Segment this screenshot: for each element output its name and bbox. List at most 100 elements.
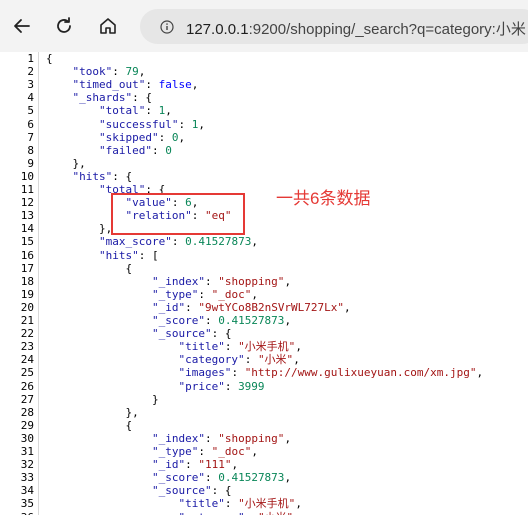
line-text: "_source": { [151,327,232,341]
line-text: "took": 79, [72,65,146,79]
line-text: "category": "小米", [178,353,300,367]
code-line: 34 "_source": { [0,484,528,497]
line-number: 7 [27,130,34,144]
line-text: "_index": "shopping", [151,431,292,445]
line-text: "_id": "111", [151,458,239,472]
line-number: 26 [20,379,34,393]
line-text: "timed_out": false, [72,78,199,92]
line-number: 19 [20,287,34,301]
line-number: 34 [20,484,34,498]
line-number: 2 [27,65,34,79]
line-number: 31 [20,445,34,458]
reload-icon [57,17,71,33]
line-number: 25 [20,366,34,380]
line-number: 36 [0,511,34,515]
code-line: 9 }, [0,157,528,170]
line-number: 10 [20,169,34,183]
browser-toolbar: 127.0.0.1:9200/shopping/_search?q=catego… [0,0,528,52]
line-text: "total": 1, [98,104,172,118]
url-path: :9200/shopping/_search?q=category:小米 [248,21,526,38]
line-number: 3 [27,78,34,92]
line-text: "_shards": { [72,91,152,105]
line-text: "title": "小米手机", [178,340,302,354]
code-line: 7 "skipped": 0, [0,131,528,144]
line-text: }, [46,222,113,236]
line-number: 16 [20,248,34,262]
code-line: 8 "failed": 0 [0,144,528,157]
line-text: { [46,261,133,275]
home-button[interactable] [90,8,126,44]
line-number: 18 [20,274,34,288]
back-arrow-icon [14,19,30,33]
line-number: 11 [20,183,34,196]
code-line: 36 "category": "小米", [0,511,528,515]
line-number: 21 [20,314,34,327]
code-line: 22 "_source": { [0,327,528,340]
annotation-text: 一共6条数据 [276,189,371,208]
code-line: 30 "_index": "shopping", [0,432,528,445]
line-number: 24 [20,353,34,367]
line-text: "_type": "_doc", [151,445,258,458]
line-text: "_index": "shopping", [151,274,292,288]
info-icon[interactable] [160,20,174,34]
code-line: 5 "total": 1, [0,104,528,117]
line-number: 5 [27,104,34,118]
line-number: 1 [27,52,34,65]
line-number: 6 [27,117,34,131]
line-number: 15 [20,235,34,249]
line-number: 9 [27,156,34,170]
line-number: 23 [20,340,34,354]
line-number: 17 [20,261,34,275]
code-line: 23 "title": "小米手机", [0,340,528,353]
code-line: 25 "images": "http://www.gulixueyuan.com… [0,366,528,379]
code-line: 11 "total": { [0,183,528,196]
line-number: 27 [20,392,34,406]
reload-button[interactable] [46,8,82,44]
code-line: 32 "_id": "111", [0,458,528,471]
line-number: 32 [20,458,34,472]
line-number: 14 [20,222,34,236]
code-line: 1{ [0,52,528,65]
code-line: 20 "_id": "9wtYCo8B2nSVrWL727Lx", [0,301,528,314]
highlight-box [111,193,245,235]
line-text: "skipped": 0, [98,130,186,144]
line-text: "_source": { [151,484,232,498]
line-text: "category": "小米", [46,511,299,515]
code-line: 16 "hits": [ [0,249,528,262]
code-line: 33 "_score": 0.41527873, [0,471,528,484]
code-line: 31 "_type": "_doc", [0,445,528,458]
code-line: 10 "hits": { [0,170,528,183]
code-line: 6 "successful": 1, [0,118,528,131]
line-number: 28 [20,405,34,419]
line-text: }, [46,405,139,419]
line-number: 13 [20,209,34,223]
code-line: 28 }, [0,406,528,419]
code-line: 26 "price": 3999 [0,380,528,393]
line-number: 33 [20,471,34,485]
json-viewer: 1{2 "took": 79, 3 "timed_out": false, 4 "_… [0,52,528,515]
line-text: "_score": 0.41527873, [151,471,292,485]
code-line: 18 "_index": "shopping", [0,275,528,288]
code-line: 17 { [0,262,528,275]
line-text: { [46,418,133,432]
line-text: "max_score": 0.41527873, [98,235,258,249]
back-button[interactable] [4,8,40,44]
code-line: 35 "title": "小米手机", [0,497,528,510]
line-text: "failed": 0 [98,143,172,157]
line-text: "price": 3999 [178,379,265,393]
line-number: 30 [20,431,34,445]
line-text: "hits": [ [98,248,159,262]
url-host: 127.0.0.1 [186,21,249,38]
line-text: }, [46,156,86,170]
line-number: 35 [20,497,34,511]
line-number: 4 [27,91,34,105]
line-text: "_type": "_doc", [151,287,258,301]
url-text[interactable]: 127.0.0.1:9200/shopping/_search?q=catego… [186,18,526,39]
line-text: "images": "http://www.gulixueyuan.com/xm… [178,366,484,380]
line-number: 12 [20,196,34,210]
code-line: 27 } [0,393,528,406]
line-text: "hits": { [72,169,133,183]
code-line: 21 "_score": 0.41527873, [0,314,528,327]
code-line: 12 "value": 6, [0,196,528,209]
code-line: 19 "_type": "_doc", [0,288,528,301]
